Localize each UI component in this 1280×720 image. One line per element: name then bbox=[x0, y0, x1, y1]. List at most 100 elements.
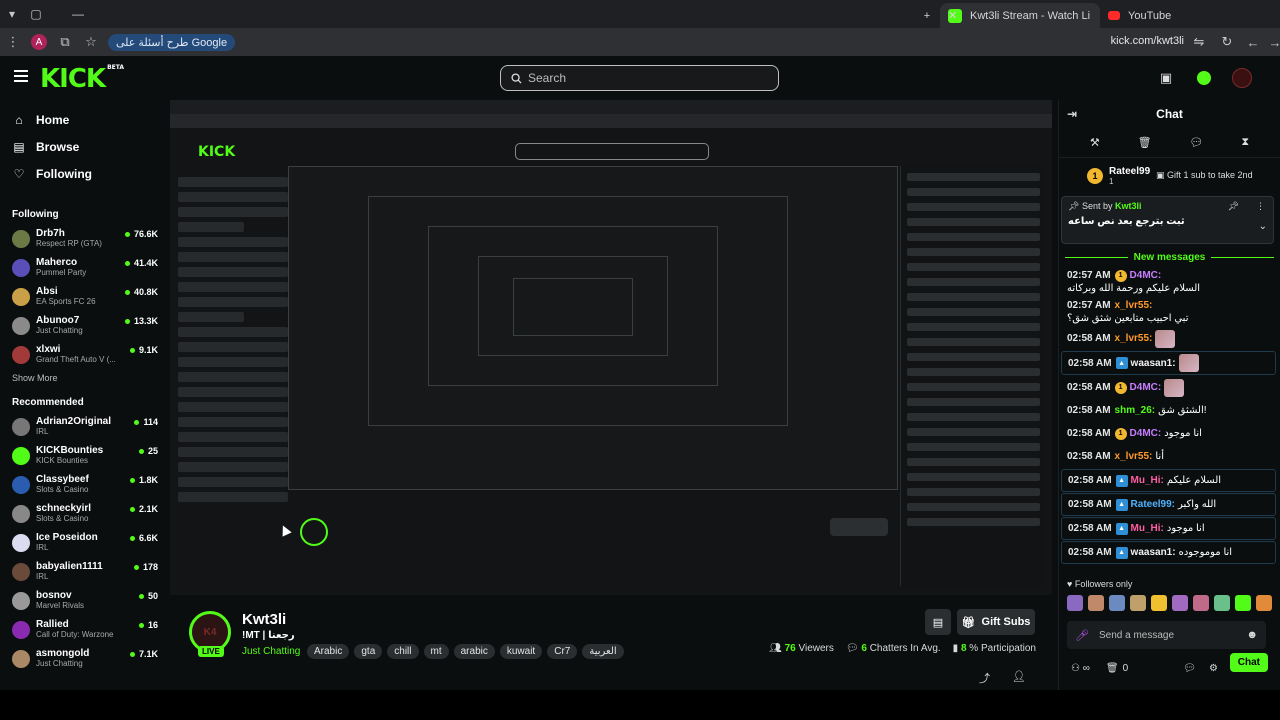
hammer-icon[interactable]: ⚒ bbox=[1090, 136, 1100, 149]
sidebar-channel[interactable]: Abunoo7 Just Chatting 13.3K bbox=[0, 311, 170, 340]
message-username[interactable]: D4MC: bbox=[1130, 269, 1162, 282]
chat-bubble-icon[interactable]: 💬︎ bbox=[1183, 663, 1196, 674]
nav-following[interactable]: ♡ Following bbox=[0, 160, 170, 187]
stream-category[interactable]: Just Chatting bbox=[242, 646, 300, 657]
infinity-icon[interactable]: ⚇ ∞ bbox=[1071, 663, 1090, 674]
emote-icon[interactable] bbox=[1214, 595, 1230, 611]
chat-send-button[interactable]: Chat bbox=[1229, 653, 1268, 672]
minimize-icon[interactable]: — bbox=[66, 0, 90, 28]
emote-icon[interactable] bbox=[1109, 595, 1125, 611]
profile-avatar[interactable]: A bbox=[31, 34, 47, 50]
chat-message[interactable]: 02:57 AM 1 D4MC: السلام عليكم ورحمة الله وب… bbox=[1059, 267, 1280, 297]
sidebar-channel[interactable]: bosnov Marvel Rivals 50 bbox=[0, 586, 170, 615]
emote-icon[interactable] bbox=[1193, 595, 1209, 611]
emote-icon[interactable] bbox=[1172, 595, 1188, 611]
chat-message[interactable]: 02:58 AM ▲ Mu_Hi: السلام عليكم bbox=[1061, 469, 1276, 492]
user-avatar[interactable] bbox=[1232, 68, 1252, 88]
sidebar-channel[interactable]: Maherco Pummel Party 41.4K bbox=[0, 253, 170, 282]
stream-tag[interactable]: Arabic bbox=[307, 644, 350, 659]
sidebar-channel[interactable]: KICKBounties KICK Bounties 25 bbox=[0, 441, 170, 470]
url-text[interactable]: kick.com/kwt3li bbox=[1111, 35, 1184, 47]
emote-icon[interactable] bbox=[1256, 595, 1272, 611]
nav-home[interactable]: ⌂ Home bbox=[0, 106, 170, 133]
share-icon[interactable]: ⤴ bbox=[979, 670, 990, 686]
top-gifter[interactable]: 1 Rateel99 1 ▣ Gift 1 sub to take 2nd bbox=[1059, 158, 1280, 194]
collapse-chat-icon[interactable]: ⇥ bbox=[1067, 107, 1077, 121]
clip-button[interactable]: ▤ bbox=[925, 609, 951, 635]
emote-icon[interactable] bbox=[1235, 595, 1251, 611]
message-username[interactable]: x_lvr55: bbox=[1115, 299, 1153, 312]
extensions-icon[interactable]: ⧉ bbox=[52, 34, 78, 50]
tab-search-icon[interactable]: ▢ bbox=[24, 0, 48, 28]
emote-icon[interactable] bbox=[1088, 595, 1104, 611]
search-input[interactable] bbox=[528, 71, 758, 85]
video-player[interactable]: KICK bbox=[170, 100, 1052, 595]
streamer-name[interactable]: Kwt3li bbox=[242, 611, 286, 628]
sidebar-channel[interactable]: babyalien1111 IRL 178 bbox=[0, 557, 170, 586]
emote-icon[interactable] bbox=[1151, 595, 1167, 611]
trash-icon[interactable]: 🗑︎ bbox=[1138, 136, 1152, 149]
chat-message[interactable]: 02:58 AM ▲ waasan1: bbox=[1061, 351, 1276, 375]
unpin-icon[interactable]: 📌︎ bbox=[1228, 201, 1239, 212]
emote-icon[interactable] bbox=[1130, 595, 1146, 611]
forward-icon[interactable]: → bbox=[1262, 35, 1280, 50]
chat-message[interactable]: 02:58 AM shm_26: !الشثق شق bbox=[1059, 399, 1280, 422]
site-settings-icon[interactable]: ⇋ bbox=[1186, 34, 1212, 50]
mic-icon[interactable]: 🎤︎ bbox=[1075, 629, 1089, 642]
stream-tag[interactable]: Cr7 bbox=[547, 644, 578, 659]
chevron-down-icon[interactable]: ⌄ bbox=[1259, 221, 1267, 232]
message-username[interactable]: D4MC: bbox=[1130, 427, 1162, 440]
kick-logo[interactable]: KICK BETA bbox=[40, 64, 124, 94]
stream-tag[interactable]: arabic bbox=[453, 644, 495, 659]
emote-icon[interactable] bbox=[1067, 595, 1083, 611]
new-tab-icon[interactable]: + bbox=[917, 3, 937, 28]
chat-message[interactable]: 02:58 AM ▲ Rateel99: الله واكبر bbox=[1061, 493, 1276, 516]
sidebar-channel[interactable]: Drb7h Respect RP (GTA) 76.6K bbox=[0, 224, 170, 253]
chat-message[interactable]: 02:58 AM 1 D4MC: انا موجود bbox=[1059, 422, 1280, 445]
window-menu-icon[interactable]: ▾ bbox=[0, 0, 24, 28]
hourglass-icon[interactable]: ⧗ bbox=[1241, 136, 1249, 149]
sidebar-channel[interactable]: Rallied Call of Duty: Warzone 16 bbox=[0, 615, 170, 644]
close-tab-icon[interactable]: ✕ bbox=[948, 3, 962, 28]
message-username[interactable]: Mu_Hi: bbox=[1131, 474, 1164, 487]
chat-message-input[interactable] bbox=[1098, 629, 1247, 641]
message-username[interactable]: waasan1: bbox=[1131, 357, 1176, 370]
gift-cta[interactable]: ▣ Gift 1 sub to take 2nd bbox=[1156, 170, 1253, 181]
show-more-link[interactable]: Show More bbox=[0, 369, 170, 387]
follow-user-icon[interactable]: 👤︎ bbox=[1012, 670, 1026, 686]
nav-browse[interactable]: ▤ Browse bbox=[0, 133, 170, 160]
chat-message[interactable]: 02:58 AM ▲ waasan1: انا موموجوده bbox=[1061, 541, 1276, 564]
chat-message[interactable]: 02:58 AM 1 D4MC: bbox=[1059, 376, 1280, 399]
gear-icon[interactable]: ⚙ bbox=[1209, 663, 1218, 674]
sidebar-channel[interactable]: Classybeef Slots & Casino 1.8K bbox=[0, 470, 170, 499]
search-box[interactable] bbox=[500, 65, 779, 91]
theater-icon[interactable]: ▣ bbox=[1156, 68, 1176, 88]
message-username[interactable]: shm_26: bbox=[1115, 404, 1156, 417]
chat-input-box[interactable]: 🎤︎ ☻ bbox=[1067, 621, 1266, 649]
message-username[interactable]: x_lvr55: bbox=[1115, 332, 1153, 345]
sidebar-channel[interactable]: Adrian2Original IRL 114 bbox=[0, 412, 170, 441]
sidebar-channel[interactable]: xlxwi Grand Theft Auto V (... 9.1K bbox=[0, 340, 170, 369]
points-icon[interactable]: 🗑︎ bbox=[1106, 663, 1119, 674]
stream-tag[interactable]: chill bbox=[387, 644, 419, 659]
reload-icon[interactable]: ↻ bbox=[1214, 34, 1240, 50]
sidebar-channel[interactable]: schneckyirl Slots & Casino 2.1K bbox=[0, 499, 170, 528]
tab-youtube[interactable]: YouTube bbox=[1100, 3, 1260, 28]
more-vert-icon[interactable]: ⋮ bbox=[1256, 201, 1265, 212]
message-username[interactable]: Rateel99: bbox=[1131, 498, 1175, 511]
message-username[interactable]: Mu_Hi: bbox=[1131, 522, 1164, 535]
stream-tag[interactable]: kuwait bbox=[499, 644, 543, 659]
bookmark-star-icon[interactable]: ☆ bbox=[78, 34, 104, 50]
sidebar-channel[interactable]: Absi EA Sports FC 26 40.8K bbox=[0, 282, 170, 311]
chat-message[interactable]: 02:58 AM x_lvr55: bbox=[1059, 327, 1280, 350]
message-username[interactable]: x_lvr55: bbox=[1115, 450, 1153, 463]
stream-tag[interactable]: mt bbox=[423, 644, 449, 659]
message-username[interactable]: waasan1: bbox=[1131, 546, 1176, 559]
tab-kick-stream[interactable]: Kwt3li Stream - Watch Live on K bbox=[940, 3, 1100, 28]
google-ask-chip[interactable]: طرح أسئلة على Google bbox=[108, 33, 236, 51]
chat-message[interactable]: 02:58 AM ▲ Mu_Hi: انا موجود bbox=[1061, 517, 1276, 540]
stream-tag[interactable]: gta bbox=[354, 644, 383, 659]
sidebar-channel[interactable]: asmongold Just Chatting 7.1K bbox=[0, 644, 170, 673]
more-vert-icon[interactable]: ⋮ bbox=[0, 34, 26, 50]
gift-subs-button[interactable]: 🎁︎ Gift Subs bbox=[957, 609, 1035, 635]
